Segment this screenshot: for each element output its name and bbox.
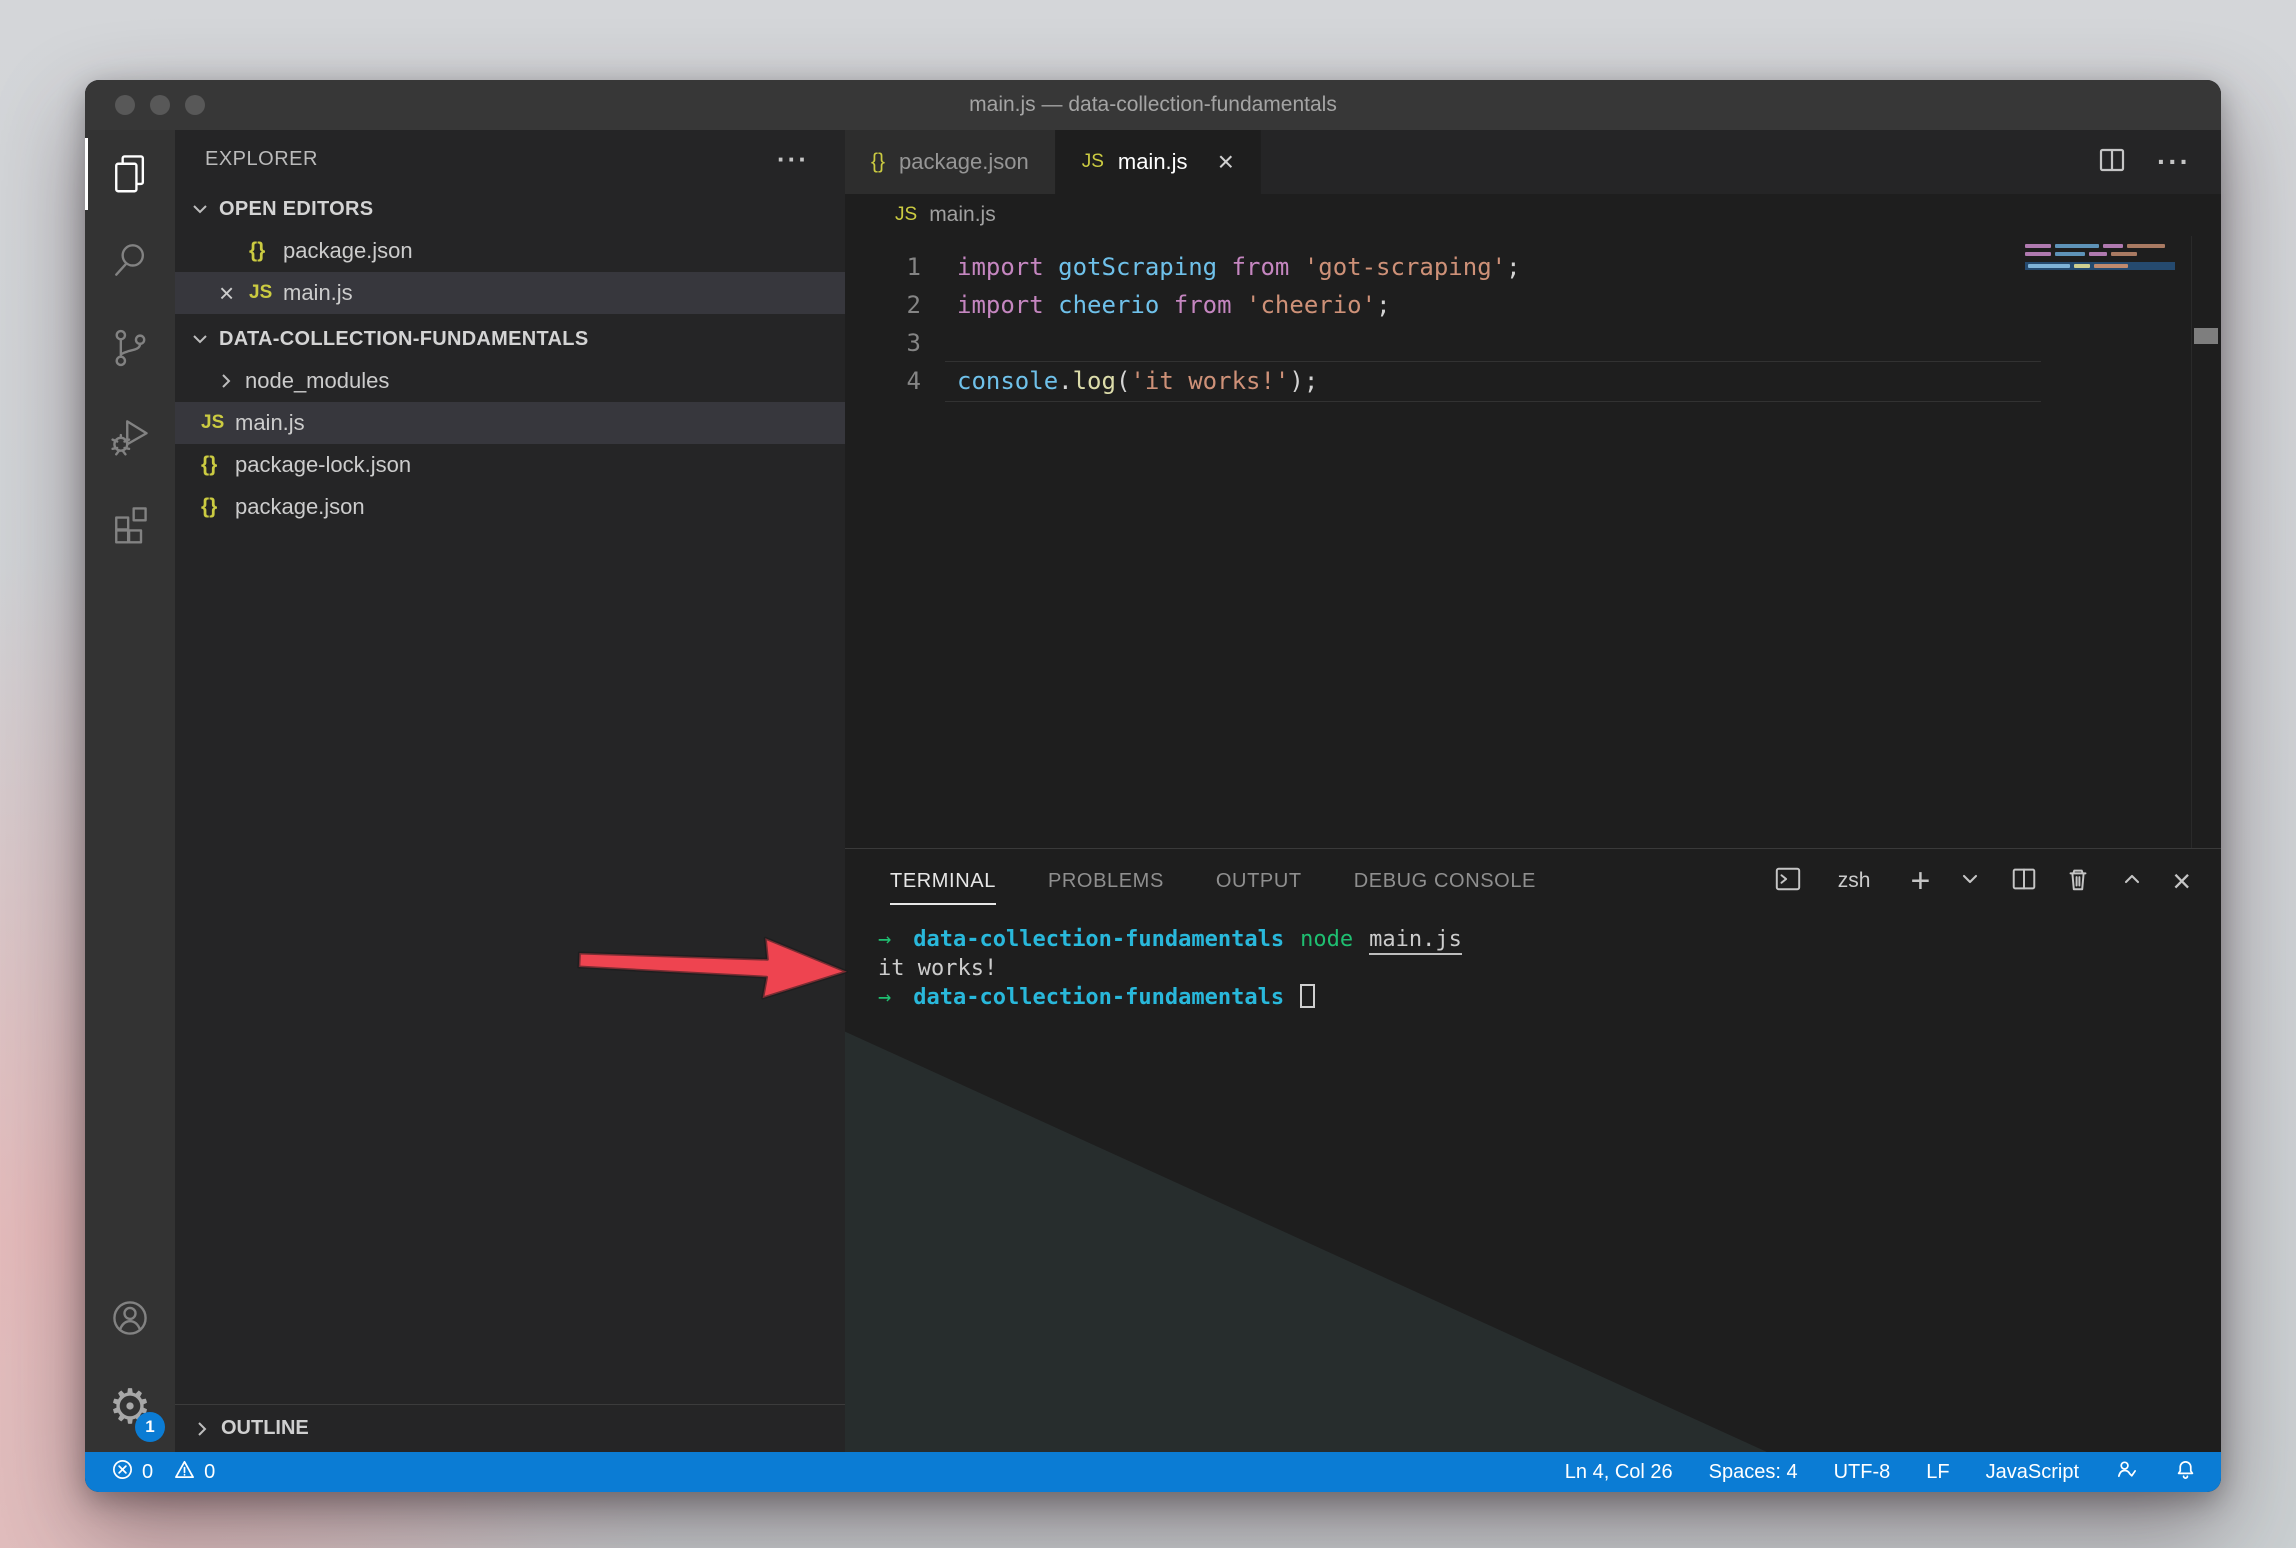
activity-bar: ⚙ 1 <box>85 130 175 1452</box>
activity-explorer-button[interactable] <box>85 130 175 218</box>
current-line-highlight <box>945 361 2041 402</box>
editor-group: {} package.json JS main.js × ··· JS main… <box>845 130 2221 1452</box>
explorer-more-actions-icon[interactable]: ··· <box>777 144 809 175</box>
terminal-line-command: →data-collection-fundamentalsnodemain.js <box>878 925 2221 954</box>
split-editor-icon[interactable] <box>2097 145 2127 180</box>
bottom-panel: TERMINAL PROBLEMS OUTPUT DEBUG CONSOLE z… <box>845 848 2221 1452</box>
editor-more-actions-icon[interactable]: ··· <box>2157 146 2191 178</box>
activity-source-control-button[interactable] <box>85 306 175 394</box>
source-control-icon <box>108 326 152 375</box>
traffic-lights <box>115 80 205 130</box>
json-icon: {} <box>201 453 235 477</box>
code-line-2: 2import cheerio from 'cheerio'; <box>845 286 2221 324</box>
scrollbar-thumb[interactable] <box>2194 328 2218 344</box>
settings-button[interactable]: ⚙ 1 <box>85 1364 175 1452</box>
breadcrumb[interactable]: JS main.js <box>845 194 2221 236</box>
account-icon <box>108 1296 152 1345</box>
terminal-line-output: it works! <box>878 954 2221 983</box>
run-debug-icon <box>108 414 152 463</box>
open-editors-section-header[interactable]: OPEN EDITORS <box>175 188 845 230</box>
sidebar-title: EXPLORER <box>205 148 318 171</box>
settings-badge: 1 <box>135 1412 165 1442</box>
js-icon: JS <box>895 204 917 226</box>
tree-item-package-lock-json[interactable]: {} package-lock.json <box>175 444 845 486</box>
open-editor-main-js[interactable]: × JS main.js <box>175 272 845 314</box>
activity-run-debug-button[interactable] <box>85 394 175 482</box>
title-bar: main.js — data-collection-fundamentals <box>85 80 2221 130</box>
editor-scrollbar[interactable] <box>2191 236 2221 848</box>
vscode-window: main.js — data-collection-fundamentals <box>85 80 2221 1492</box>
chevron-right-icon <box>191 1418 213 1440</box>
accounts-button[interactable] <box>85 1276 175 1364</box>
json-icon: {} <box>249 239 283 263</box>
window-title: main.js — data-collection-fundamentals <box>969 93 1337 117</box>
terminal-line-prompt: →data-collection-fundamentals <box>878 983 2221 1012</box>
tab-package-json[interactable]: {} package.json <box>845 130 1056 194</box>
close-panel-icon[interactable]: × <box>2172 865 2191 897</box>
feedback-icon[interactable] <box>2115 1458 2138 1487</box>
chevron-down-icon <box>189 198 211 220</box>
json-icon: {} <box>201 495 235 519</box>
warning-icon <box>173 1458 196 1487</box>
terminal-cursor <box>1300 984 1315 1008</box>
breadcrumb-file[interactable]: main.js <box>929 203 996 227</box>
close-editor-icon[interactable]: × <box>219 280 249 306</box>
extensions-icon <box>108 502 152 551</box>
js-icon: JS <box>1082 151 1104 173</box>
chevron-right-icon <box>215 370 237 392</box>
files-icon <box>108 150 152 199</box>
project-section-header[interactable]: DATA-COLLECTION-FUNDAMENTALS <box>175 318 845 360</box>
search-icon <box>108 238 152 287</box>
tree-item-main-js[interactable]: JS main.js <box>175 402 845 444</box>
zoom-window-button[interactable] <box>185 95 205 115</box>
indentation-status[interactable]: Spaces: 4 <box>1709 1461 1798 1484</box>
terminal[interactable]: →data-collection-fundamentalsnodemain.js… <box>845 913 2221 1452</box>
split-terminal-icon[interactable] <box>2010 865 2038 898</box>
panel-tab-debug-console[interactable]: DEBUG CONSOLE <box>1354 849 1536 913</box>
error-icon <box>111 1458 134 1487</box>
code-line-1: 1import gotScraping from 'got-scraping'; <box>845 248 2221 286</box>
terminal-launch-icon[interactable] <box>1774 865 1802 898</box>
panel-header: TERMINAL PROBLEMS OUTPUT DEBUG CONSOLE z… <box>845 849 2221 913</box>
terminal-dropdown-icon[interactable] <box>1956 865 1984 898</box>
code-line-3: 3 <box>845 324 2221 362</box>
js-icon: JS <box>201 412 235 434</box>
open-editor-package-json[interactable]: {} package.json <box>175 230 845 272</box>
shell-name[interactable]: zsh <box>1838 869 1871 893</box>
notifications-bell-icon[interactable] <box>2174 1458 2197 1487</box>
tree-item-node-modules[interactable]: node_modules <box>175 360 845 402</box>
outline-section-header[interactable]: OUTLINE <box>175 1404 845 1452</box>
tab-bar: {} package.json JS main.js × ··· <box>845 130 2221 194</box>
annotation-arrow <box>569 920 862 1013</box>
new-terminal-icon[interactable]: + <box>1910 864 1930 898</box>
eol-status[interactable]: LF <box>1926 1461 1949 1484</box>
chevron-down-icon <box>189 328 211 350</box>
close-window-button[interactable] <box>115 95 135 115</box>
cursor-position-status[interactable]: Ln 4, Col 26 <box>1565 1461 1673 1484</box>
problems-status[interactable]: 0 0 <box>111 1458 215 1487</box>
kill-terminal-icon[interactable] <box>2064 865 2092 898</box>
activity-bar-spacer <box>85 570 175 1276</box>
language-status[interactable]: JavaScript <box>1986 1461 2079 1484</box>
panel-tab-problems[interactable]: PROBLEMS <box>1048 849 1164 913</box>
explorer-sidebar: EXPLORER ··· OPEN EDITORS {} package.jso… <box>175 130 845 1452</box>
close-tab-icon[interactable]: × <box>1218 146 1234 178</box>
json-icon: {} <box>871 150 885 174</box>
code-editor[interactable]: 1import gotScraping from 'got-scraping';… <box>845 236 2221 848</box>
encoding-status[interactable]: UTF-8 <box>1834 1461 1891 1484</box>
activity-search-button[interactable] <box>85 218 175 306</box>
panel-tab-output[interactable]: OUTPUT <box>1216 849 1302 913</box>
tree-item-package-json[interactable]: {} package.json <box>175 486 845 528</box>
minimize-window-button[interactable] <box>150 95 170 115</box>
maximize-panel-icon[interactable] <box>2118 865 2146 898</box>
minimap[interactable] <box>2025 244 2175 270</box>
status-bar: 0 0 Ln 4, Col 26 Spaces: 4 UTF-8 LF Java… <box>85 1452 2221 1492</box>
panel-tab-terminal[interactable]: TERMINAL <box>890 849 996 913</box>
js-icon: JS <box>249 282 283 304</box>
activity-extensions-button[interactable] <box>85 482 175 570</box>
tab-main-js[interactable]: JS main.js × <box>1056 130 1261 194</box>
